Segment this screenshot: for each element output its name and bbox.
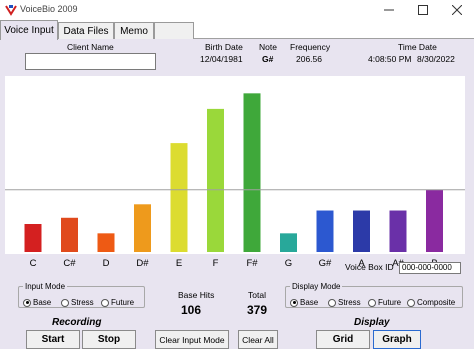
bar-f — [207, 108, 224, 252]
radio-icon — [368, 298, 376, 307]
input-mode-base-radio[interactable]: Base — [23, 298, 51, 307]
base-hits-value: 106 — [181, 303, 202, 317]
x-tick-label: F# — [246, 258, 258, 269]
tab-voice-input[interactable]: Voice Input — [0, 20, 58, 40]
display-mode-label: Display Mode — [292, 282, 341, 291]
time-value: 4:08:50 PM — [368, 54, 412, 64]
x-tick-label: D# — [136, 258, 149, 269]
client-name-input[interactable] — [25, 53, 156, 70]
birth-date-value: 12/04/1981 — [200, 54, 243, 64]
input-mode-stress-radio[interactable]: Stress — [61, 298, 94, 307]
bar-g — [280, 233, 297, 252]
bar-c — [24, 224, 42, 252]
clear-input-mode-button[interactable]: Clear Input Mode — [155, 330, 229, 349]
voice-box-id-label: Voice Box ID — [345, 262, 394, 272]
x-tick-label: C# — [63, 258, 76, 269]
bar-d-sharp — [134, 204, 151, 252]
radio-icon — [407, 298, 415, 307]
close-icon — [452, 5, 462, 15]
bar-g-sharp — [316, 210, 334, 252]
time-date-label: Time Date — [398, 42, 437, 52]
radio-label: Base — [33, 298, 52, 307]
bar-d — [97, 233, 115, 252]
start-button[interactable]: Start — [26, 330, 80, 349]
radio-label: Stress — [71, 298, 94, 307]
radio-label: Future — [378, 298, 402, 307]
total-value: 379 — [247, 303, 268, 317]
tab-blank — [154, 22, 194, 39]
maximize-icon — [418, 5, 428, 15]
note-value: G# — [262, 54, 274, 64]
minimize-button[interactable] — [372, 0, 406, 20]
input-mode-group: Input Mode Base Stress Future — [18, 282, 145, 308]
tab-bar: Voice Input Data Files Memo — [0, 20, 474, 40]
frequency-label: Frequency — [290, 42, 331, 52]
x-tick-label: D — [102, 258, 110, 269]
radio-label: Base — [300, 298, 319, 307]
radio-selected-icon — [290, 298, 298, 307]
bar-b — [426, 189, 443, 252]
close-button[interactable] — [440, 0, 474, 20]
display-mode-group: Display Mode Base Stress Future Composit… — [285, 282, 463, 308]
bar-a — [353, 210, 370, 252]
client-name-label: Client Name — [67, 42, 114, 52]
bar-c-sharp — [61, 217, 78, 252]
display-mode-future-radio[interactable]: Future — [368, 298, 401, 307]
radio-icon — [61, 298, 69, 307]
display-mode-base-radio[interactable]: Base — [290, 298, 318, 307]
window-title: VoiceBio 2009 — [20, 4, 78, 14]
x-tick-label: C — [29, 258, 37, 269]
chart-x-axis: CC#DD#EFF#GG#AA#B — [5, 258, 465, 270]
recording-title: Recording — [52, 317, 102, 328]
x-tick-label: F — [212, 258, 219, 269]
birth-date-label: Birth Date — [205, 42, 243, 52]
radio-label: Stress — [338, 298, 361, 307]
display-mode-stress-radio[interactable]: Stress — [328, 298, 361, 307]
x-tick-label: E — [175, 258, 183, 269]
display-title: Display — [354, 317, 390, 328]
voicebio-logo-icon — [5, 4, 17, 16]
bar-e — [170, 143, 188, 252]
grid-button[interactable]: Grid — [316, 330, 370, 349]
main-window: Voice Input Data Files Memo Client Name … — [0, 20, 474, 349]
frequency-value: 206.56 — [296, 54, 322, 64]
total-label: Total — [248, 290, 266, 300]
maximize-button[interactable] — [406, 0, 440, 20]
radio-icon — [101, 298, 109, 307]
minimize-icon — [384, 9, 394, 11]
clear-all-button[interactable]: Clear All — [238, 330, 278, 349]
bar-a-sharp — [389, 210, 407, 252]
x-tick-label: G — [284, 258, 293, 269]
voice-box-id-input[interactable]: 000-000-0000 — [399, 262, 461, 274]
base-hits-label: Base Hits — [178, 290, 215, 300]
display-mode-composite-radio[interactable]: Composite — [407, 298, 455, 307]
x-tick-label: G# — [318, 258, 332, 269]
tab-data-files[interactable]: Data Files — [58, 22, 114, 39]
radio-selected-icon — [23, 298, 31, 307]
title-bar: VoiceBio 2009 — [0, 0, 474, 20]
input-mode-label: Input Mode — [25, 282, 66, 291]
date-value: 8/30/2022 — [417, 54, 455, 64]
note-bar-chart — [5, 76, 465, 254]
graph-button[interactable]: Graph — [373, 330, 421, 349]
chart-canvas — [5, 93, 465, 252]
bar-f-sharp — [243, 93, 261, 252]
radio-label: Future — [111, 298, 135, 307]
stop-button[interactable]: Stop — [82, 330, 136, 349]
radio-label: Composite — [417, 298, 456, 307]
tab-memo[interactable]: Memo — [114, 22, 154, 39]
radio-icon — [328, 298, 336, 307]
note-label: Note — [259, 42, 277, 52]
input-mode-future-radio[interactable]: Future — [101, 298, 134, 307]
